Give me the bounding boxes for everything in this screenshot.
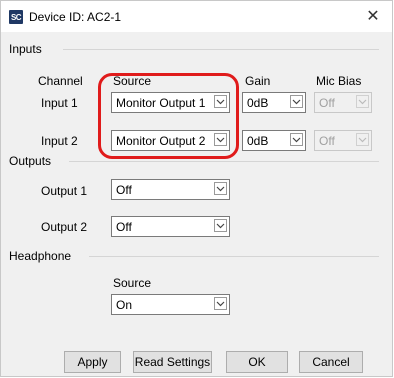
app-logo-icon: SC	[9, 10, 23, 24]
cancel-button[interactable]: Cancel	[299, 351, 363, 373]
headphone-group-label: Headphone	[9, 249, 72, 263]
ok-button[interactable]: OK	[226, 351, 288, 373]
chevron-down-icon	[214, 297, 227, 310]
channel-header: Channel	[38, 74, 83, 88]
input-1-gain-select[interactable]: 0dB	[242, 92, 306, 113]
headphone-source-select[interactable]: On	[111, 294, 230, 315]
mic-bias-header: Mic Bias	[316, 74, 362, 88]
headphone-source-label: Source	[113, 276, 152, 290]
input-2-source-value: Monitor Output 2	[116, 134, 206, 148]
apply-button[interactable]: Apply	[64, 351, 121, 373]
chevron-down-icon	[356, 95, 369, 108]
inputs-group-divider	[63, 49, 379, 50]
output-1-select[interactable]: Off	[111, 179, 230, 200]
outputs-group-label: Outputs	[9, 154, 52, 168]
output-2-value: Off	[116, 220, 132, 234]
input-2-source-select[interactable]: Monitor Output 2	[111, 130, 230, 151]
close-icon: ✕	[366, 8, 380, 25]
headphone-group-divider	[89, 256, 379, 257]
chevron-down-icon	[356, 133, 369, 146]
input-1-source-select[interactable]: Monitor Output 1	[111, 92, 230, 113]
input-1-source-value: Monitor Output 1	[116, 96, 206, 110]
input-2-mic-bias-select: Off	[314, 130, 372, 151]
inputs-group-label: Inputs	[9, 42, 42, 56]
input-1-mic-bias-value: Off	[319, 96, 335, 110]
gain-header: Gain	[245, 74, 271, 88]
input-2-mic-bias-value: Off	[319, 134, 335, 148]
input-2-gain-value: 0dB	[247, 134, 269, 148]
title-bar: SC Device ID: AC2-1 ✕	[1, 1, 392, 32]
output-2-select[interactable]: Off	[111, 216, 230, 237]
input-2-label: Input 2	[41, 134, 78, 148]
chevron-down-icon	[214, 219, 227, 232]
read-settings-button[interactable]: Read Settings	[133, 351, 212, 373]
input-2-gain-select[interactable]: 0dB	[242, 130, 306, 151]
input-1-mic-bias-select: Off	[314, 92, 372, 113]
chevron-down-icon	[290, 95, 303, 108]
window-title: Device ID: AC2-1	[29, 10, 122, 24]
chevron-down-icon	[214, 133, 227, 146]
close-button[interactable]: ✕	[362, 6, 384, 26]
input-1-gain-value: 0dB	[247, 96, 269, 110]
headphone-source-value: On	[116, 298, 133, 312]
outputs-group-divider	[69, 161, 379, 162]
output-1-value: Off	[116, 183, 132, 197]
chevron-down-icon	[214, 182, 227, 195]
source-header: Source	[113, 74, 152, 88]
input-1-label: Input 1	[41, 96, 78, 110]
chevron-down-icon	[290, 133, 303, 146]
output-2-label: Output 2	[41, 220, 88, 234]
output-1-label: Output 1	[41, 184, 88, 198]
dialog-window: SC Device ID: AC2-1 ✕ Inputs Channel Sou…	[0, 0, 393, 377]
chevron-down-icon	[214, 95, 227, 108]
